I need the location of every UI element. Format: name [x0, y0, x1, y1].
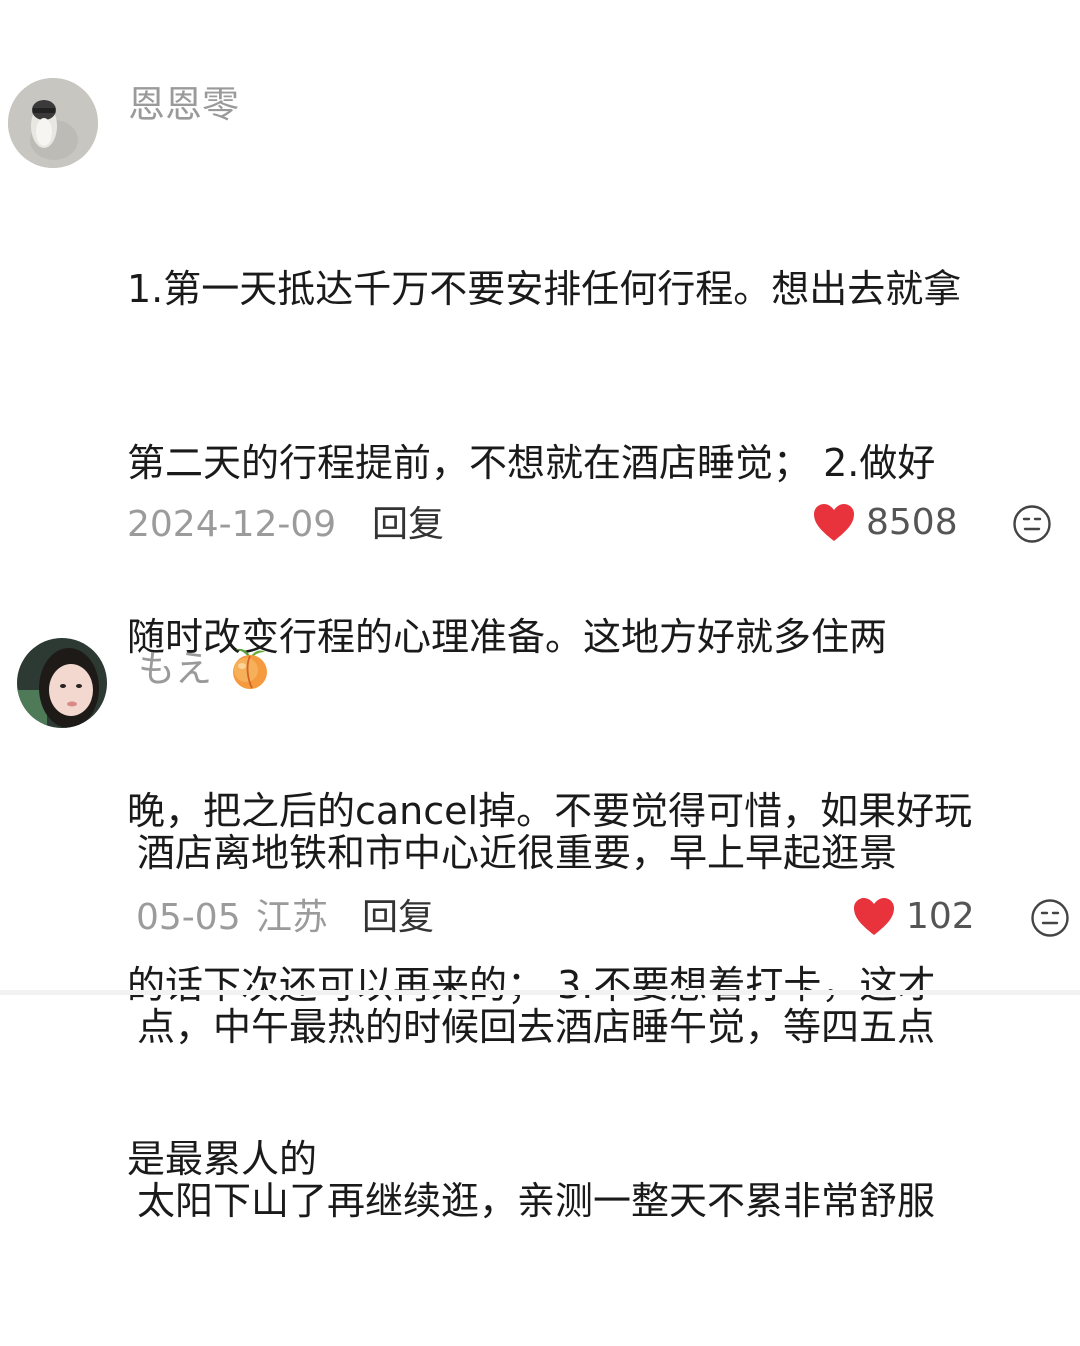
- like-button[interactable]: 8508: [812, 502, 958, 544]
- penguin-avatar-icon: [8, 78, 98, 168]
- girl-avatar-icon: [17, 638, 107, 728]
- username[interactable]: もえ: [138, 644, 274, 698]
- reply-button[interactable]: 回复: [362, 900, 434, 936]
- reply-button[interactable]: 回复: [372, 507, 444, 543]
- dislike-button[interactable]: [1030, 898, 1070, 942]
- neutral-face-icon: [1031, 899, 1069, 937]
- comment-line: 点，中午最热的时候回去酒店睡午觉，等四五点: [137, 1005, 936, 1049]
- heart-icon: [814, 504, 854, 541]
- comment-location: 江苏: [256, 897, 329, 938]
- heart-icon: [854, 898, 894, 935]
- like-count: 8508: [866, 502, 958, 543]
- comment-date: 2024-12-09: [127, 504, 337, 545]
- comment-card: もえ 酒店离地铁和市中心近很重要，早上早起逛景 点，中午最热的时候回去酒店睡午觉…: [0, 600, 1080, 1223]
- divider: [0, 990, 1080, 995]
- user-avatar[interactable]: [8, 78, 98, 168]
- comment-card: 恩恩零 1.第一天抵达千万不要安排任何行程。想出去就拿 第二天的行程提前，不想就…: [0, 0, 1080, 1181]
- neutral-face-icon: [1013, 505, 1051, 543]
- dislike-button[interactable]: [1012, 504, 1052, 548]
- comment-line: 太阳下山了再继续逛，亲测一整天不累非常舒服: [137, 1179, 936, 1223]
- comment-line: 第二天的行程提前，不想就在酒店睡觉； 2.做好: [127, 441, 936, 485]
- comment-line: 酒店离地铁和市中心近很重要，早上早起逛景: [137, 831, 898, 875]
- user-avatar[interactable]: [17, 638, 107, 728]
- username[interactable]: 恩恩零: [128, 86, 239, 123]
- comment-date: 05-05: [136, 897, 241, 938]
- like-count: 102: [906, 896, 975, 937]
- comment-line: 1.第一天抵达千万不要安排任何行程。想出去就拿: [127, 267, 962, 311]
- comment-text: 酒店离地铁和市中心近很重要，早上早起逛景 点，中午最热的时候回去酒店睡午觉，等四…: [137, 708, 935, 1346]
- username-text: もえ: [138, 647, 212, 691]
- peach-emoji-icon: [226, 644, 274, 698]
- like-button[interactable]: 102: [852, 896, 975, 938]
